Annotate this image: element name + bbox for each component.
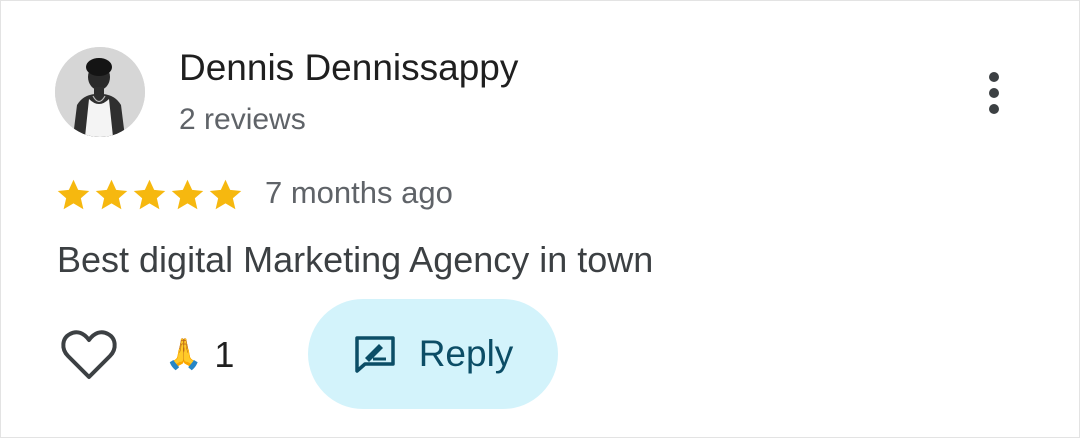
more-options-button[interactable] bbox=[971, 67, 1017, 119]
star-icon bbox=[133, 179, 166, 210]
like-button[interactable] bbox=[59, 327, 119, 383]
praying-hands-icon: 🙏 bbox=[165, 337, 203, 372]
star-rating bbox=[55, 175, 244, 215]
star-icon bbox=[95, 179, 128, 210]
reply-label: Reply bbox=[418, 333, 514, 374]
author-review-count: 2 reviews bbox=[179, 103, 306, 136]
reaction-count: 1 bbox=[214, 334, 235, 375]
more-vertical-icon-dot bbox=[989, 88, 999, 98]
star-icon bbox=[57, 179, 90, 210]
author-name[interactable]: Dennis Dennissappy bbox=[179, 45, 518, 91]
star-icon bbox=[171, 179, 204, 210]
heart-outline-icon bbox=[61, 330, 117, 379]
more-vertical-icon-dot bbox=[989, 104, 999, 114]
review-text: Best digital Marketing Agency in town bbox=[57, 239, 654, 280]
review-time: 7 months ago bbox=[265, 175, 453, 210]
avatar-photo bbox=[55, 47, 145, 137]
reply-message-icon bbox=[353, 334, 397, 374]
review-card: Dennis Dennissappy 2 reviews 7 months ag… bbox=[0, 0, 1080, 438]
reaction-summary[interactable]: 🙏 1 bbox=[165, 333, 234, 377]
star-icon bbox=[209, 179, 242, 210]
more-vertical-icon bbox=[989, 72, 999, 82]
reply-button[interactable]: Reply bbox=[308, 299, 558, 409]
author-avatar[interactable] bbox=[55, 47, 145, 137]
